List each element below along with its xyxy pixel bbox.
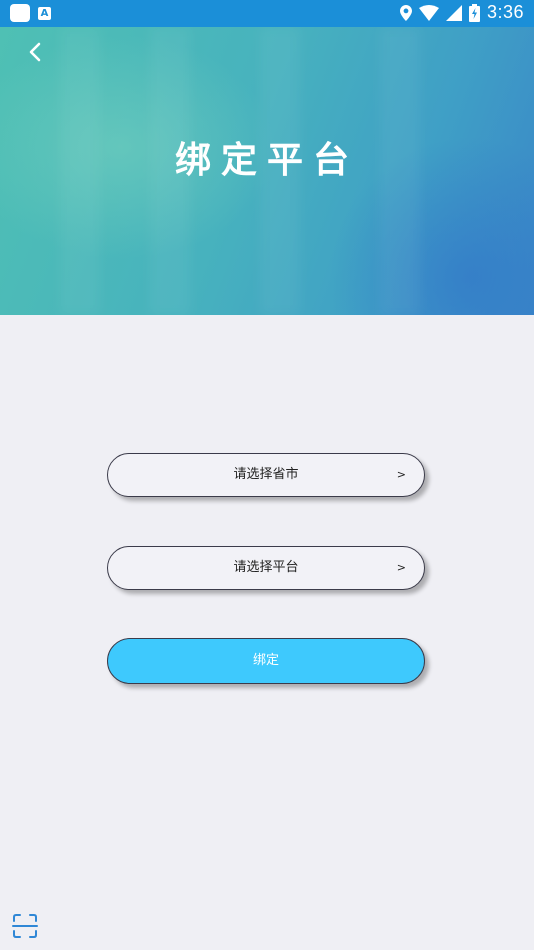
chevron-right-icon: > [396, 561, 406, 574]
wifi-icon [418, 4, 439, 21]
hero-header: 绑定平台 [0, 27, 534, 315]
battery-charging-icon [468, 3, 480, 22]
status-right-icons: 3:36 [399, 2, 524, 23]
page-title: 绑定平台 [174, 140, 359, 181]
chevron-right-icon: > [396, 468, 406, 481]
status-time: 3:36 [486, 2, 524, 22]
a-notification-icon: A [38, 6, 51, 20]
scan-icon [12, 914, 38, 938]
app-square-icon [10, 4, 30, 22]
status-bar: A 3:36 [0, 0, 534, 27]
signal-icon [445, 4, 462, 21]
bind-button[interactable]: 绑定 [107, 638, 425, 684]
scan-button[interactable] [12, 913, 38, 939]
status-left-icons: A [10, 4, 51, 22]
platform-select-label: 请选择平台 [233, 560, 299, 575]
location-icon [399, 4, 412, 21]
chevron-left-icon [29, 42, 41, 62]
bind-button-label: 绑定 [252, 653, 279, 668]
province-city-select[interactable]: 请选择省市 > [107, 453, 425, 497]
back-button[interactable] [22, 39, 48, 65]
platform-select[interactable]: 请选择平台 > [107, 546, 425, 590]
province-city-select-label: 请选择省市 [233, 467, 299, 482]
